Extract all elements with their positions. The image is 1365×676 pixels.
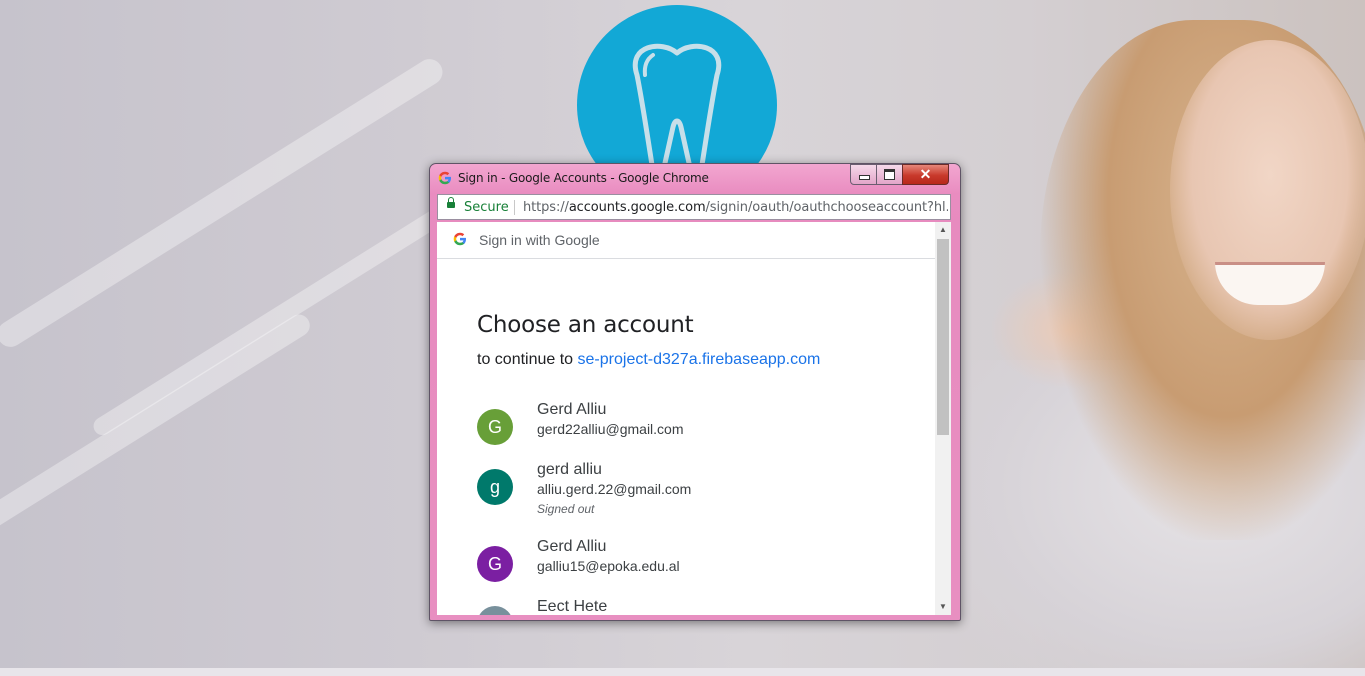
url-host: accounts.google.com	[568, 200, 706, 215]
bottom-bar	[0, 668, 1365, 676]
avatar: G	[477, 546, 513, 582]
scroll-down-icon[interactable]: ▼	[935, 599, 951, 615]
chrome-popup-window: Sign in - Google Accounts - Google Chrom…	[429, 163, 961, 621]
window-titlebar[interactable]: Sign in - Google Accounts - Google Chrom…	[430, 164, 960, 192]
url-scheme: https://	[523, 200, 569, 215]
lock-icon	[447, 197, 455, 208]
scrollbar-thumb[interactable]	[937, 239, 949, 435]
avatar: G	[477, 409, 513, 445]
address-separator	[514, 200, 515, 215]
page-title: Choose an account	[477, 312, 694, 338]
light-streak	[0, 54, 448, 352]
close-icon: ✕	[919, 166, 932, 182]
scrollbar[interactable]: ▲ ▼	[935, 222, 951, 615]
account-name: Gerd Alliu	[537, 538, 607, 555]
window-title: Sign in - Google Accounts - Google Chrom…	[458, 171, 709, 185]
scroll-up-icon[interactable]: ▲	[935, 222, 951, 238]
maximize-icon	[884, 169, 895, 180]
avatar	[477, 606, 513, 615]
light-streak	[0, 310, 314, 552]
account-name: Eect Hete	[537, 598, 608, 615]
account-email: gerd22alliu@gmail.com	[537, 421, 684, 437]
tooth-icon	[632, 43, 722, 175]
url-text[interactable]: https://accounts.google.com/signin/oauth…	[523, 200, 948, 215]
minimize-icon	[859, 175, 870, 180]
account-name: gerd alliu	[537, 461, 602, 478]
continue-to-text: to continue to se-project-d327a.firebase…	[477, 351, 820, 369]
account-status: Signed out	[537, 502, 595, 516]
avatar: g	[477, 469, 513, 505]
secure-label: Secure	[464, 200, 509, 215]
account-email: galliu15@epoka.edu.al	[537, 558, 680, 574]
google-g-icon	[453, 232, 466, 246]
maximize-button[interactable]	[876, 164, 903, 185]
close-button[interactable]: ✕	[902, 164, 949, 185]
continue-target-link[interactable]: se-project-d327a.firebaseapp.com	[578, 351, 821, 368]
continue-prefix: to continue to	[477, 351, 574, 368]
signin-with-google-label: Sign in with Google	[479, 232, 600, 248]
address-bar[interactable]: Secure https://accounts.google.com/signi…	[437, 194, 951, 220]
account-email: alliu.gerd.22@gmail.com	[537, 481, 692, 497]
google-signin-header: Sign in with Google	[437, 222, 935, 259]
page-content: Sign in with Google Choose an account to…	[437, 222, 951, 615]
google-g-icon	[438, 171, 451, 185]
minimize-button[interactable]	[850, 164, 877, 185]
account-name: Gerd Alliu	[537, 401, 607, 418]
url-path: /signin/oauth/oauthchooseaccount?hl...	[705, 200, 948, 215]
